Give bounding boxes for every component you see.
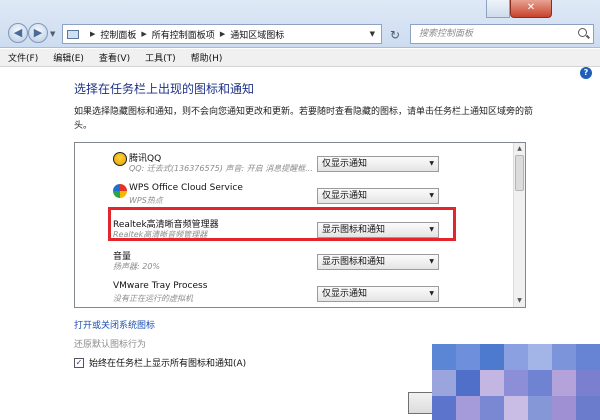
menu-edit[interactable]: 编辑(E) [53,51,84,64]
mosaic-tile [456,396,480,420]
menu-help[interactable]: 帮助(H) [191,51,223,64]
select-value: 仅显示通知 [322,289,368,299]
always-show-row: ✓ 始终在任务栏上显示所有图标和通知(A) [74,356,246,369]
desktop-background-mosaic [432,344,600,420]
mosaic-tile [432,370,456,396]
mosaic-tile [432,396,456,420]
menu-bar: 文件(F) 编辑(E) 查看(V) 工具(T) 帮助(H) [0,49,600,67]
help-icon[interactable]: ? [580,67,592,79]
menu-view[interactable]: 查看(V) [99,51,130,64]
mosaic-tile [528,396,552,420]
scroll-up-icon[interactable]: ▲ [514,143,525,155]
always-show-checkbox[interactable]: ✓ [74,357,84,368]
search-input[interactable]: 搜索控制面板 [410,24,594,44]
menu-file[interactable]: 文件(F) [8,51,38,64]
forward-button[interactable]: ▶ [28,23,48,43]
mosaic-tile [456,344,480,370]
mosaic-tile [432,344,456,370]
chevron-right-icon[interactable]: ▶ [90,30,95,38]
arrow-right-icon: ▶ [33,26,43,39]
wps-cloud-icon [113,184,127,198]
scroll-thumb[interactable] [515,155,524,191]
select-value: 仅显示通知 [322,191,368,201]
page-title: 选择在任务栏上出现的图标和通知 [74,82,255,96]
recent-pages-dropdown[interactable]: ▼ [50,30,55,38]
breadcrumb-all-items[interactable]: 所有控制面板项 [152,28,215,41]
always-show-label[interactable]: 始终在任务栏上显示所有图标和通知(A) [89,356,246,369]
behavior-select[interactable]: 显示图标和通知 ▼ [317,254,439,270]
app-status: 没有正在运行的虚拟机 [113,294,193,303]
app-status: QQ: 迁去式(136376575) 声音: 开启 消息提醒框... [129,164,313,173]
back-button[interactable]: ◀ [8,23,28,43]
page-description: 如果选择隐藏图标和通知，则不会向您通知更改和更新。若要随时查看隐藏的图标，请单击… [74,107,534,131]
mosaic-tile [576,370,600,396]
breadcrumb-control-panel[interactable]: 控制面板 [100,28,136,41]
mosaic-tile [504,396,528,420]
highlight-box [108,207,456,241]
mosaic-tile [480,370,504,396]
mosaic-tile [480,396,504,420]
mosaic-tile [576,396,600,420]
behavior-select[interactable]: 仅显示通知 ▼ [317,188,439,204]
mosaic-tile [528,344,552,370]
list-scrollbar[interactable]: ▲ ▼ [513,143,525,307]
select-value: 仅显示通知 [322,159,368,169]
close-icon: ✕ [526,2,536,13]
chevron-down-icon: ▼ [429,160,434,167]
chevron-down-icon: ▼ [429,290,434,297]
behavior-select[interactable]: 仅显示通知 ▼ [317,286,439,302]
mosaic-tile [552,396,576,420]
chevron-down-icon: ▼ [429,192,434,199]
mosaic-tile [480,344,504,370]
restore-defaults-link[interactable]: 还原默认图标行为 [74,337,146,350]
arrow-left-icon: ◀ [13,26,23,39]
behavior-select[interactable]: 仅显示通知 ▼ [317,156,439,172]
scroll-down-icon[interactable]: ▼ [514,295,525,307]
chevron-down-icon[interactable]: ▼ [370,30,375,38]
select-value: 显示图标和通知 [322,257,386,267]
breadcrumb-notification-icons[interactable]: 通知区域图标 [230,28,284,41]
refresh-icon[interactable]: ↻ [390,28,400,42]
checkmark-icon: ✓ [75,357,83,367]
menu-tools[interactable]: 工具(T) [145,51,176,64]
list-item: VMware Tray Process 没有正在运行的虚拟机 仅显示通知 ▼ [75,279,513,307]
app-name: VMware Tray Process [113,281,208,291]
chevron-right-icon[interactable]: ▶ [220,30,225,38]
mosaic-tile [504,344,528,370]
list-item: 腾讯QQ QQ: 迁去式(136376575) 声音: 开启 消息提醒框... … [75,149,513,181]
app-status: 扬声器: 20% [113,262,161,271]
mosaic-tile [504,370,528,396]
chevron-down-icon: ▼ [50,30,56,38]
control-panel-icon [67,29,79,39]
mosaic-tile [552,370,576,396]
chevron-down-icon: ▼ [429,258,434,265]
qq-penguin-icon [113,152,127,166]
mosaic-tile [528,370,552,396]
close-window-button[interactable]: ✕ [510,0,552,18]
mosaic-tile [456,370,480,396]
window-titlebar: ✕ ◀ ▶ ▼ ▶ 控制面板 ▶ 所有控制面板项 ▶ 通知区域图标 ▼ ↻ 搜索… [0,0,600,48]
mosaic-tile [576,344,600,370]
maximize-button[interactable] [486,0,510,18]
chevron-right-icon[interactable]: ▶ [141,30,146,38]
mosaic-tile [552,344,576,370]
address-bar[interactable]: ▶ 控制面板 ▶ 所有控制面板项 ▶ 通知区域图标 ▼ [62,24,382,44]
search-icon[interactable] [578,28,587,37]
app-name: WPS Office Cloud Service [129,183,243,193]
search-placeholder: 搜索控制面板 [419,29,474,39]
app-status: WPS热点 [129,196,163,205]
list-item: 音量 扬声器: 20% 显示图标和通知 ▼ [75,247,513,279]
system-icons-link[interactable]: 打开或关闭系统图标 [74,318,155,331]
